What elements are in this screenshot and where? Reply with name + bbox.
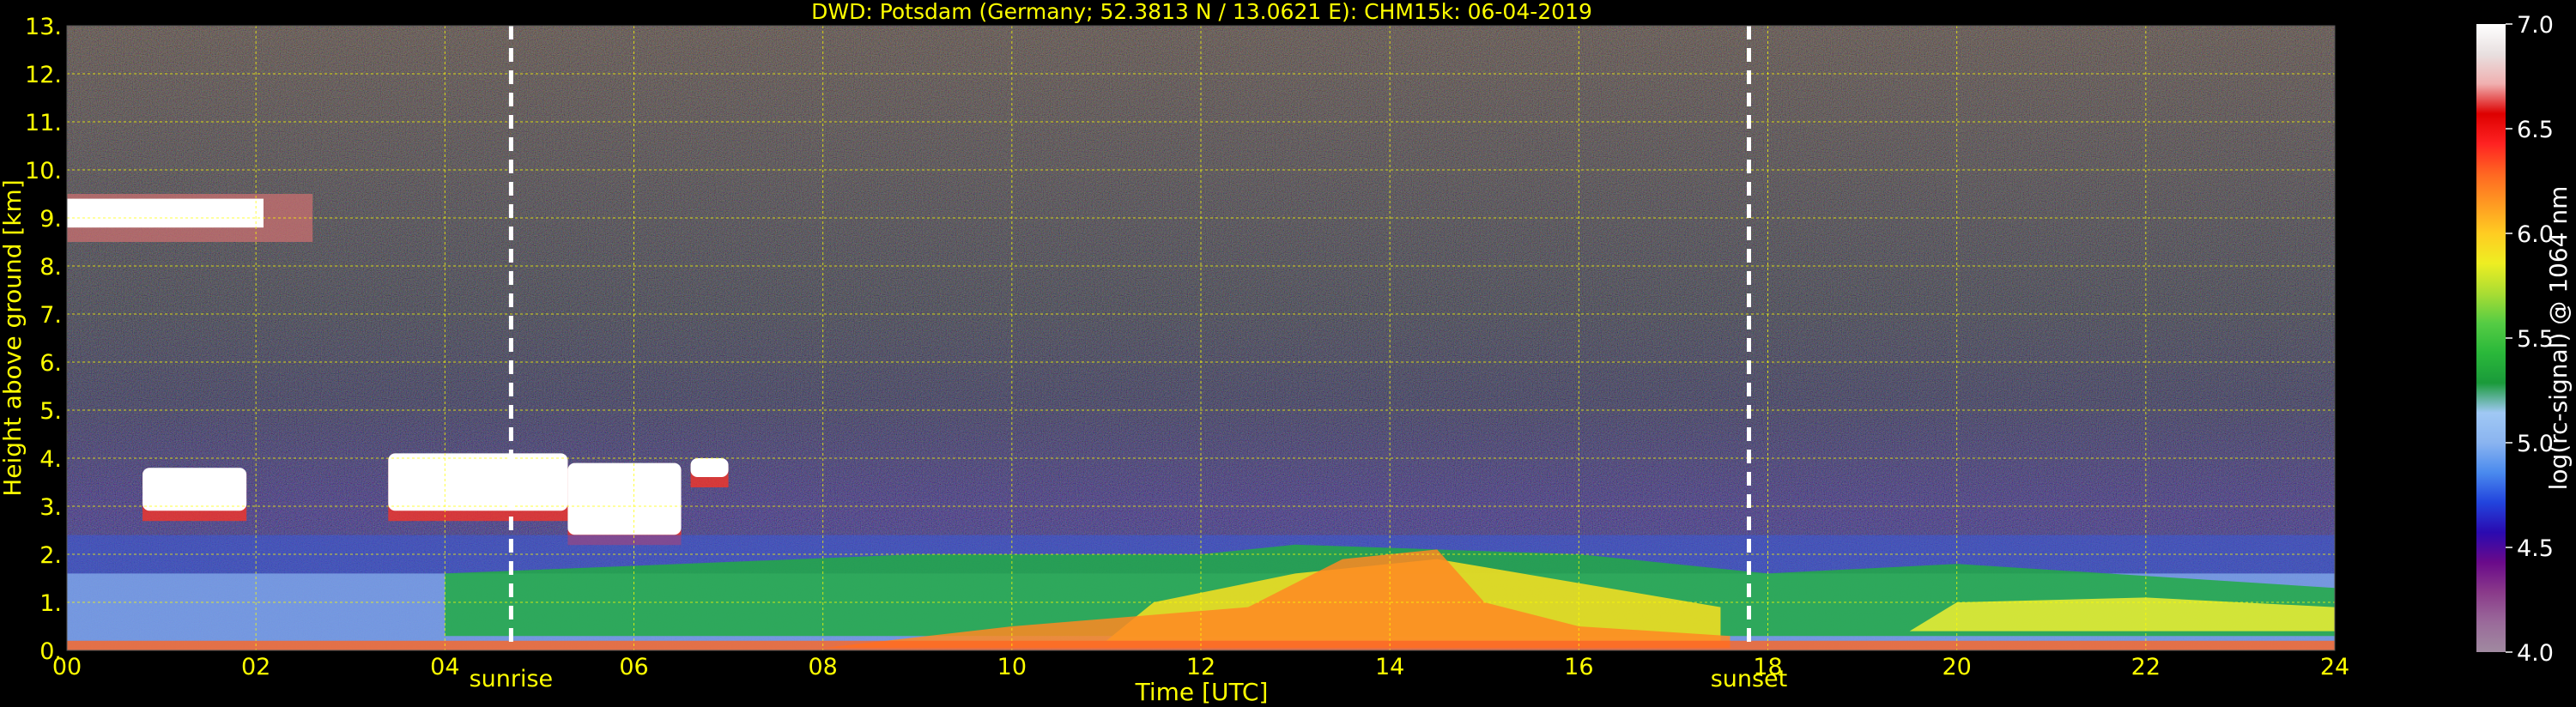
colorbar bbox=[2476, 24, 2506, 652]
y-tick-label: 0. bbox=[39, 638, 62, 665]
cloud-core bbox=[690, 458, 729, 477]
x-tick-label: 10 bbox=[997, 654, 1027, 680]
y-tick-label: 5. bbox=[39, 398, 62, 425]
y-tick-label: 11. bbox=[25, 110, 62, 136]
cloud-layer bbox=[142, 468, 247, 522]
x-tick-label: 12 bbox=[1186, 654, 1215, 680]
x-tick-label: 24 bbox=[2320, 654, 2349, 680]
x-tick-label: 20 bbox=[1942, 654, 1971, 680]
x-tick-label: 04 bbox=[430, 654, 459, 680]
y-tick-label: 3. bbox=[39, 494, 62, 521]
x-axis-label: Time [UTC] bbox=[1135, 678, 1269, 706]
y-axis-ticks: 0. 1. 2. 3. 4. 5. 6. 7. 8. 9. 10. 11. 12. 13. bbox=[25, 14, 62, 665]
cloud-core bbox=[567, 462, 682, 535]
y-tick-label: 6. bbox=[39, 350, 62, 377]
sunset-label: sunset bbox=[1711, 666, 1788, 692]
cloud-layer bbox=[690, 458, 729, 487]
colorbar-label: log(rc-signal) @ 1064 nm bbox=[2544, 186, 2573, 491]
x-axis-ticks: 00 02 04 06 08 10 12 14 16 18 20 22 24 bbox=[52, 654, 2349, 680]
y-tick-label: 9. bbox=[39, 206, 62, 233]
cloud-layer bbox=[388, 453, 568, 522]
x-tick-label: 16 bbox=[1564, 654, 1593, 680]
plot-area bbox=[67, 26, 2335, 650]
y-tick-label: 4. bbox=[39, 446, 62, 473]
x-tick-label: 14 bbox=[1375, 654, 1404, 680]
x-tick-label: 02 bbox=[241, 654, 270, 680]
y-tick-label: 2. bbox=[39, 542, 62, 569]
chart-title: DWD: Potsdam (Germany; 52.3813 N / 13.06… bbox=[811, 0, 1592, 24]
colorbar-tick-label: 4.0 bbox=[2517, 640, 2554, 667]
y-tick-label: 8. bbox=[39, 254, 62, 281]
y-tick-label: 1. bbox=[39, 590, 62, 617]
cirrus-core bbox=[67, 198, 264, 228]
y-tick-label: 12. bbox=[25, 62, 62, 88]
colorbar-tick-label: 4.5 bbox=[2517, 535, 2554, 562]
y-tick-label: 13. bbox=[25, 14, 62, 40]
y-tick-label: 10. bbox=[25, 158, 62, 184]
ceilometer-figure: DWD: Potsdam (Germany; 52.3813 N / 13.06… bbox=[0, 0, 2573, 706]
cloud-layer bbox=[567, 462, 682, 546]
sunrise-label: sunrise bbox=[470, 666, 554, 692]
cloud-core bbox=[142, 468, 247, 511]
x-tick-label: 08 bbox=[808, 654, 837, 680]
y-tick-label: 7. bbox=[39, 302, 62, 329]
cloud-core bbox=[388, 453, 568, 511]
y-axis-label: Height above ground [km] bbox=[0, 179, 27, 497]
colorbar-tick-label: 6.5 bbox=[2517, 117, 2554, 143]
x-tick-label: 22 bbox=[2131, 654, 2161, 680]
x-tick-label: 06 bbox=[619, 654, 648, 680]
colorbar-tick-label: 7.0 bbox=[2517, 12, 2554, 39]
